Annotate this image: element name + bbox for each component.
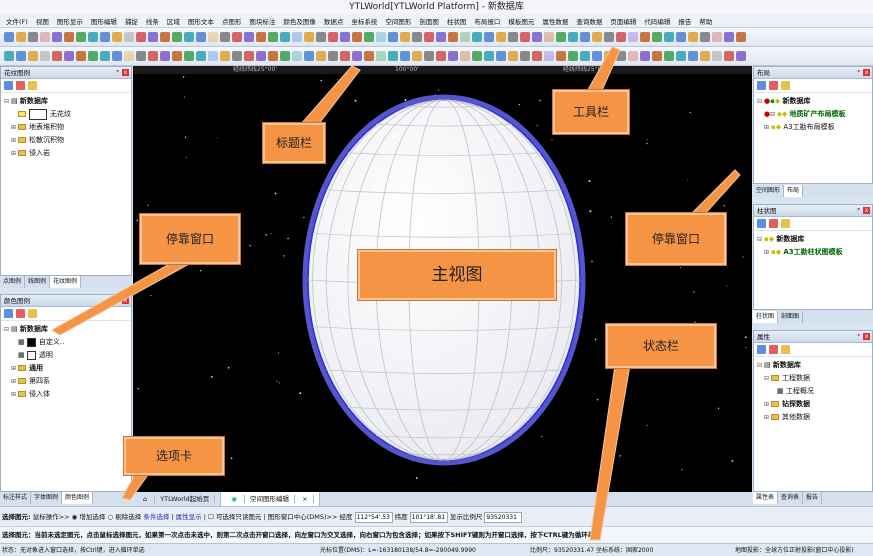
callout-tab-card: 选项卡 [124,437,224,475]
callout-status-bar: 状态栏 [606,324,716,368]
callout-title-bar: 标题栏 [263,123,325,163]
callout-toolbar: 工具栏 [553,90,629,134]
arrow-dock-left [51,257,201,336]
arrow-toolbar [584,46,621,96]
arrow-title [298,65,361,126]
callout-main-view: 主视图 [358,250,556,300]
arrow-status [589,364,631,541]
callout-dock-right: 停靠窗口 [626,213,726,265]
callout-dock-left: 停靠窗口 [140,214,240,264]
